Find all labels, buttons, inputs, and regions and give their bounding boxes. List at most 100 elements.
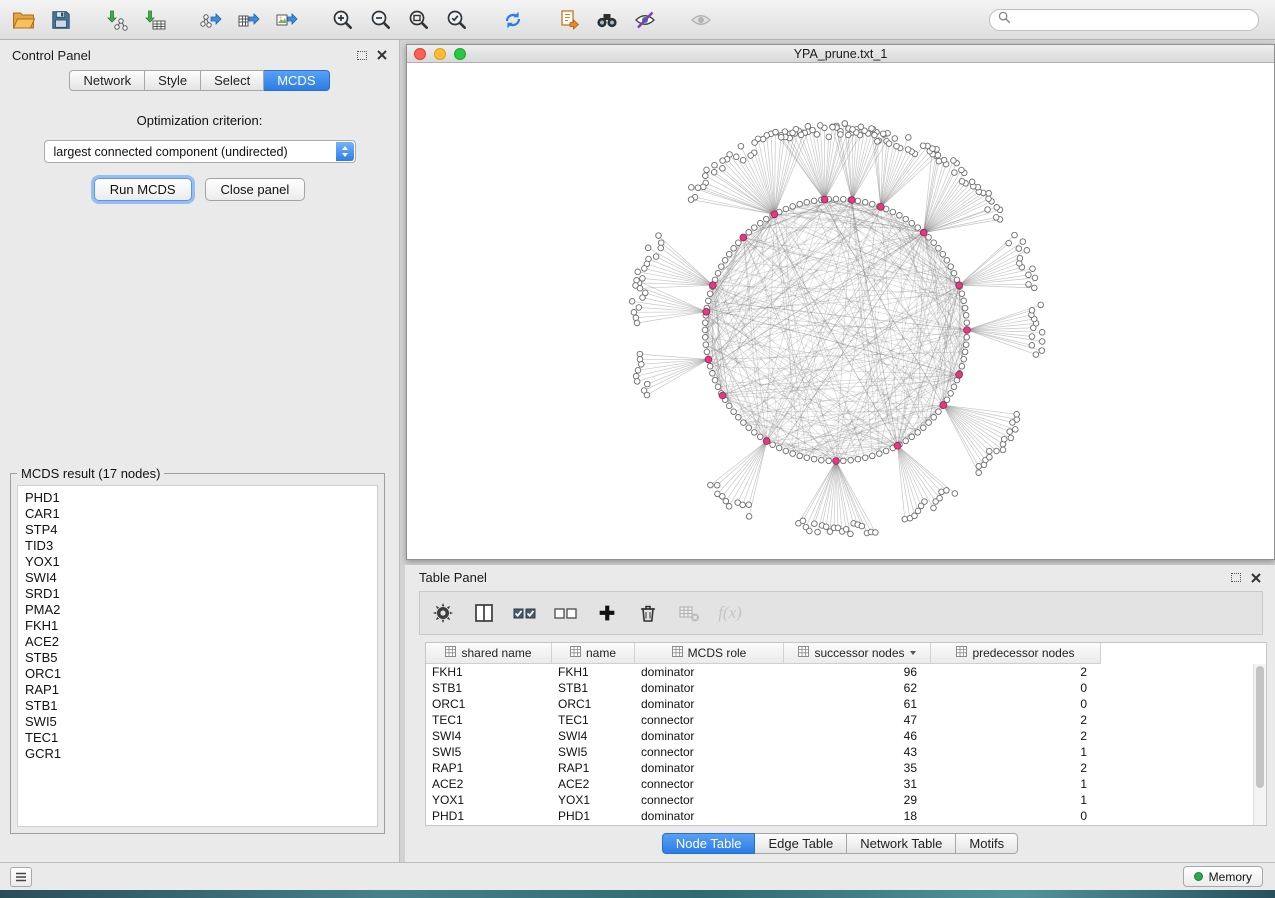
zoom-fit-icon[interactable]	[406, 7, 432, 33]
table-cell[interactable]: dominator	[635, 761, 784, 775]
deselect-all-icon[interactable]	[553, 600, 579, 626]
mcds-node-item[interactable]: SWI4	[25, 570, 370, 586]
table-cell[interactable]: 2	[931, 761, 1101, 775]
table-cell[interactable]: 0	[931, 681, 1101, 695]
table-cell[interactable]: 0	[931, 809, 1101, 823]
table-cell[interactable]: 61	[784, 697, 931, 711]
export-table-icon[interactable]	[236, 7, 262, 33]
mcds-node-item[interactable]: STB5	[25, 650, 370, 666]
import-table-icon[interactable]	[142, 7, 168, 33]
table-cell[interactable]: 2	[931, 665, 1101, 679]
table-cell[interactable]: ORC1	[552, 697, 635, 711]
table-tab-edge-table[interactable]: Edge Table	[755, 833, 847, 854]
table-cell[interactable]: FKH1	[552, 665, 635, 679]
table-cell[interactable]: 0	[931, 697, 1101, 711]
table-row[interactable]: PHD1PHD1dominator180	[426, 808, 1266, 824]
run-mcds-button[interactable]: Run MCDS	[94, 178, 192, 201]
table-cell[interactable]: dominator	[635, 665, 784, 679]
table-cell[interactable]: RAP1	[426, 761, 552, 775]
table-cell[interactable]: connector	[635, 713, 784, 727]
zoom-out-icon[interactable]	[368, 7, 394, 33]
save-icon[interactable]	[48, 7, 74, 33]
table-cell[interactable]: connector	[635, 777, 784, 791]
mcds-node-item[interactable]: PMA2	[25, 602, 370, 618]
tab-network[interactable]: Network	[69, 70, 145, 91]
table-cell[interactable]: 31	[784, 777, 931, 791]
scrollbar-thumb[interactable]	[1256, 666, 1264, 788]
minimize-window-icon[interactable]	[434, 48, 446, 60]
column-header-name[interactable]: name	[552, 643, 635, 664]
mcds-result-list[interactable]: PHD1CAR1STP4TID3YOX1SWI4SRD1PMA2FKH1ACE2…	[17, 485, 378, 827]
search-input[interactable]	[1016, 13, 1250, 27]
close-panel-icon[interactable]	[377, 50, 387, 60]
table-cell[interactable]: 47	[784, 713, 931, 727]
table-cell[interactable]: 1	[931, 745, 1101, 759]
column-header-predecessor-nodes[interactable]: predecessor nodes	[931, 643, 1101, 664]
mcds-node-item[interactable]: TEC1	[25, 730, 370, 746]
table-cell[interactable]: SWI5	[426, 745, 552, 759]
mcds-node-item[interactable]: STB1	[25, 698, 370, 714]
table-cell[interactable]: ACE2	[426, 777, 552, 791]
float-table-panel-icon[interactable]	[1231, 573, 1241, 582]
table-cell[interactable]: connector	[635, 745, 784, 759]
mcds-node-item[interactable]: STP4	[25, 522, 370, 538]
table-cell[interactable]: dominator	[635, 697, 784, 711]
table-cell[interactable]: 1	[931, 777, 1101, 791]
criterion-dropdown[interactable]: largest connected component (undirected)	[44, 140, 356, 163]
table-cell[interactable]: 35	[784, 761, 931, 775]
table-row[interactable]: SWI4SWI4dominator462	[426, 728, 1266, 744]
table-cell[interactable]: YOX1	[426, 793, 552, 807]
column-header-successor-nodes[interactable]: successor nodes	[784, 643, 931, 664]
select-all-icon[interactable]	[512, 600, 538, 626]
table-cell[interactable]: dominator	[635, 729, 784, 743]
add-row-icon[interactable]	[594, 600, 620, 626]
table-cell[interactable]: RAP1	[552, 761, 635, 775]
open-folder-icon[interactable]	[10, 7, 36, 33]
table-row[interactable]: FKH1FKH1dominator962	[426, 664, 1266, 680]
tab-mcds[interactable]: MCDS	[264, 70, 329, 91]
table-cell[interactable]: TEC1	[426, 713, 552, 727]
table-cell[interactable]: 46	[784, 729, 931, 743]
table-cell[interactable]: SWI4	[426, 729, 552, 743]
table-row[interactable]: TEC1TEC1connector472	[426, 712, 1266, 728]
zoom-in-icon[interactable]	[330, 7, 356, 33]
table-row[interactable]: STB1STB1dominator620	[426, 680, 1266, 696]
refresh-icon[interactable]	[500, 7, 526, 33]
filter-eye-icon[interactable]	[632, 7, 658, 33]
mcds-node-item[interactable]: PHD1	[25, 490, 370, 506]
zoom-selected-icon[interactable]	[444, 7, 470, 33]
column-header-MCDS-role[interactable]: MCDS role	[635, 643, 784, 664]
table-cell[interactable]: SWI4	[552, 729, 635, 743]
tab-style[interactable]: Style	[145, 70, 201, 91]
table-cell[interactable]: 2	[931, 729, 1101, 743]
search-binoculars-icon[interactable]	[594, 7, 620, 33]
mcds-node-item[interactable]: SRD1	[25, 586, 370, 602]
table-cell[interactable]: ORC1	[426, 697, 552, 711]
table-cell[interactable]: connector	[635, 793, 784, 807]
table-cell[interactable]: PHD1	[426, 809, 552, 823]
mcds-node-item[interactable]: ACE2	[25, 634, 370, 650]
table-tab-network-table[interactable]: Network Table	[847, 833, 956, 854]
close-table-panel-icon[interactable]	[1251, 573, 1261, 583]
table-tab-node-table[interactable]: Node Table	[662, 833, 756, 854]
table-cell[interactable]: 96	[784, 665, 931, 679]
table-tab-motifs[interactable]: Motifs	[956, 833, 1018, 854]
mcds-node-item[interactable]: FKH1	[25, 618, 370, 634]
table-cell[interactable]: 18	[784, 809, 931, 823]
table-scrollbar[interactable]	[1253, 664, 1266, 825]
table-row[interactable]: ACE2ACE2connector311	[426, 776, 1266, 792]
panel-menu-button[interactable]	[10, 867, 32, 887]
maximize-window-icon[interactable]	[454, 48, 466, 60]
table-cell[interactable]: YOX1	[552, 793, 635, 807]
table-cell[interactable]: 29	[784, 793, 931, 807]
table-cell[interactable]: PHD1	[552, 809, 635, 823]
settings-gear-icon[interactable]	[430, 600, 456, 626]
node-table[interactable]: shared namenameMCDS rolesuccessor nodesp…	[425, 642, 1267, 826]
mcds-node-item[interactable]: RAP1	[25, 682, 370, 698]
table-cell[interactable]: 62	[784, 681, 931, 695]
table-row[interactable]: SWI5SWI5connector431	[426, 744, 1266, 760]
table-cell[interactable]: ACE2	[552, 777, 635, 791]
hide-eye-icon[interactable]	[688, 7, 714, 33]
float-window-icon[interactable]	[357, 51, 367, 60]
export-image-icon[interactable]	[274, 7, 300, 33]
